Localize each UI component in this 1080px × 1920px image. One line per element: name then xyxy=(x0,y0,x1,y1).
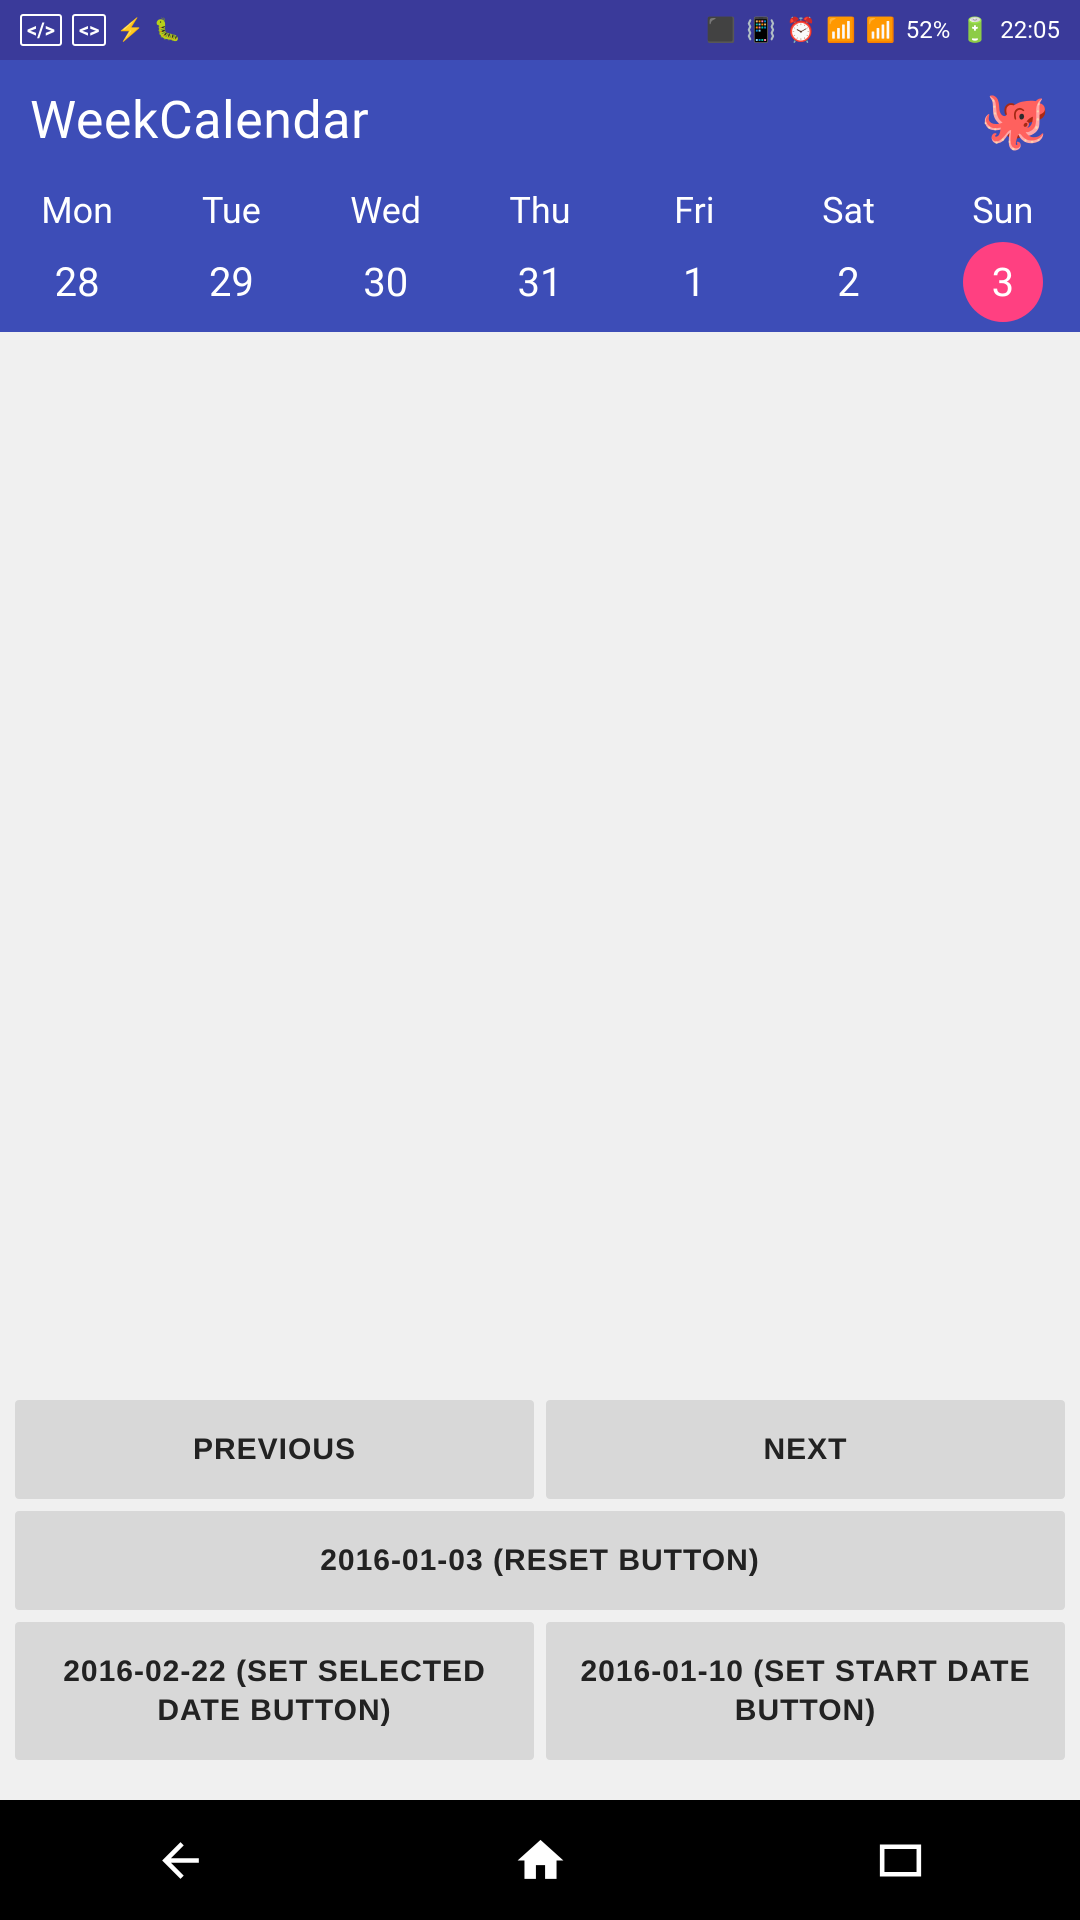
date-set-buttons-row: 2016-02-22 (SET SELECTED DATE BUTTON) 20… xyxy=(15,1622,1065,1760)
day-col-wed[interactable]: Wed 30 xyxy=(309,190,463,322)
status-icons-left: </> <> ⚡ 🐛 xyxy=(20,14,181,46)
signal-icon: 📶 xyxy=(866,16,896,44)
nav-bar xyxy=(0,1800,1080,1920)
app-title: WeekCalendar xyxy=(30,90,369,151)
battery-icon: 🔋 xyxy=(960,16,990,44)
day-col-tue[interactable]: Tue 29 xyxy=(154,190,308,322)
github-icon-button[interactable]: 🐙 xyxy=(980,87,1050,153)
day-col-mon[interactable]: Mon 28 xyxy=(0,190,154,322)
set-selected-date-button[interactable]: 2016-02-22 (SET SELECTED DATE BUTTON) xyxy=(15,1622,534,1760)
day-number-wed[interactable]: 30 xyxy=(346,242,426,322)
battery-text: 52% xyxy=(906,16,951,44)
day-name-tue: Tue xyxy=(202,190,261,232)
nav-buttons-row: PREVIOUS NEXT xyxy=(15,1400,1065,1499)
day-number-fri[interactable]: 1 xyxy=(654,242,734,322)
day-name-wed: Wed xyxy=(350,190,421,232)
day-col-fri[interactable]: Fri 1 xyxy=(617,190,771,322)
day-number-tue[interactable]: 29 xyxy=(191,242,271,322)
buttons-area: PREVIOUS NEXT 2016-01-03 (RESET BUTTON) … xyxy=(0,1400,1080,1760)
main-content: PREVIOUS NEXT 2016-01-03 (RESET BUTTON) … xyxy=(0,332,1080,1800)
vibrate-icon: 📳 xyxy=(746,16,776,44)
wifi-icon: 📶 xyxy=(826,16,856,44)
next-button[interactable]: NEXT xyxy=(546,1400,1065,1499)
alarm-icon: ⏰ xyxy=(786,16,816,44)
bug-icon: 🐛 xyxy=(154,18,181,43)
reset-button[interactable]: 2016-01-03 (RESET BUTTON) xyxy=(15,1511,1065,1610)
day-name-mon: Mon xyxy=(41,190,113,232)
day-col-thu[interactable]: Thu 31 xyxy=(463,190,617,322)
week-calendar-header: Mon 28 Tue 29 Wed 30 Thu 31 Fri 1 Sat 2 Sun 3 xyxy=(0,180,1080,332)
day-col-sun[interactable]: Sun 3 xyxy=(926,190,1080,322)
set-start-date-button[interactable]: 2016-01-10 (SET START DATE BUTTON) xyxy=(546,1622,1065,1760)
status-bar: </> <> ⚡ 🐛 ⬛ 📳 ⏰ 📶 📶 52% 🔋 22:05 xyxy=(0,0,1080,60)
status-icons-right: ⬛ 📳 ⏰ 📶 📶 52% 🔋 22:05 xyxy=(706,16,1060,44)
day-name-sat: Sat xyxy=(822,190,875,232)
cast-icon: ⬛ xyxy=(706,16,736,44)
day-number-thu[interactable]: 31 xyxy=(500,242,580,322)
day-name-thu: Thu xyxy=(509,190,570,232)
day-name-sun: Sun xyxy=(972,190,1033,232)
home-button[interactable] xyxy=(490,1820,590,1900)
dev-icon-2: <> xyxy=(72,14,107,46)
app-bar: WeekCalendar 🐙 xyxy=(0,60,1080,180)
reset-button-row: 2016-01-03 (RESET BUTTON) xyxy=(15,1511,1065,1610)
recents-button[interactable] xyxy=(850,1820,950,1900)
dev-icon-1: </> xyxy=(20,14,62,46)
day-col-sat[interactable]: Sat 2 xyxy=(771,190,925,322)
day-number-mon[interactable]: 28 xyxy=(37,242,117,322)
time-display: 22:05 xyxy=(1000,16,1060,44)
day-number-sun[interactable]: 3 xyxy=(963,242,1043,322)
day-name-fri: Fri xyxy=(674,190,714,232)
day-number-sat[interactable]: 2 xyxy=(809,242,889,322)
previous-button[interactable]: PREVIOUS xyxy=(15,1400,534,1499)
usb-icon: ⚡ xyxy=(116,18,143,43)
back-button[interactable] xyxy=(130,1820,230,1900)
